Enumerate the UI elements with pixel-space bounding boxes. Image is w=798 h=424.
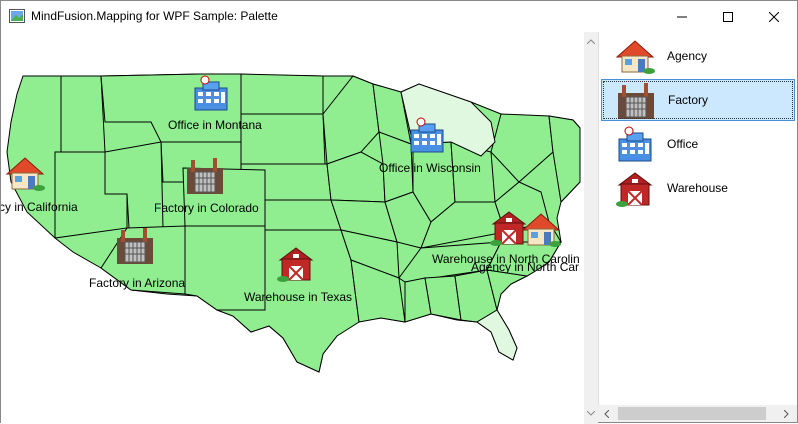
- minimize-icon: [677, 16, 687, 17]
- state-shape: [264, 199, 342, 231]
- minimize-button[interactable]: [659, 1, 705, 32]
- factory-icon: [614, 81, 658, 119]
- palette-item-label: Warehouse: [667, 181, 728, 195]
- scroll-thumb[interactable]: [618, 407, 766, 420]
- scroll-right-button[interactable]: [778, 405, 795, 422]
- state-shape: [240, 73, 324, 115]
- scroll-thumb[interactable]: [586, 50, 596, 422]
- chevron-left-icon: [604, 409, 609, 418]
- palette-item-agency[interactable]: Agency: [601, 35, 795, 77]
- chevron-up-icon: [587, 38, 595, 44]
- agency-marker-icon[interactable]: [3, 154, 47, 192]
- palette-item-office[interactable]: Office: [601, 123, 795, 165]
- state-shape: [60, 75, 106, 153]
- marker-label: Office in Wisconsin: [379, 161, 481, 175]
- palette-item-label: Agency: [667, 49, 708, 63]
- chevron-right-icon: [784, 409, 789, 418]
- marker-label: Office in Montana: [168, 118, 262, 132]
- scroll-up-button[interactable]: [584, 34, 598, 48]
- office-marker-icon[interactable]: [405, 116, 449, 154]
- app-window: MindFusion.Mapping for WPF Sample: Palet…: [0, 0, 798, 424]
- agency-marker-icon[interactable]: [519, 210, 563, 248]
- app-icon: [9, 9, 25, 23]
- close-icon: [769, 11, 779, 22]
- vertical-scrollbar[interactable]: [584, 32, 598, 424]
- factory-marker-icon[interactable]: [113, 222, 157, 268]
- horizontal-scrollbar[interactable]: [598, 405, 797, 422]
- agency-icon: [613, 37, 657, 75]
- close-button[interactable]: [751, 1, 797, 32]
- palette-list[interactable]: Agency Factory Office Warehouse: [598, 32, 797, 405]
- scroll-left-button[interactable]: [598, 405, 615, 422]
- marker-label: Warehouse in Texas: [244, 290, 353, 304]
- chevron-down-icon: [587, 410, 595, 416]
- palette-item-label: Factory: [668, 93, 709, 107]
- palette-item-label: Office: [667, 137, 699, 151]
- window-title: MindFusion.Mapping for WPF Sample: Palet…: [31, 9, 278, 23]
- palette-item-factory[interactable]: Factory: [601, 79, 795, 121]
- office-icon: [613, 125, 657, 163]
- office-marker-icon[interactable]: [189, 74, 233, 112]
- title-bar[interactable]: MindFusion.Mapping for WPF Sample: Palet…: [1, 1, 797, 32]
- marker-label: Factory in Arizona: [89, 276, 186, 290]
- palette-item-warehouse[interactable]: Warehouse: [601, 167, 795, 209]
- marker-label: cy in California: [1, 200, 78, 214]
- warehouse-icon: [613, 169, 657, 207]
- factory-marker-icon[interactable]: [183, 152, 227, 198]
- warehouse-marker-icon[interactable]: [274, 242, 318, 284]
- scroll-down-button[interactable]: [584, 406, 598, 420]
- marker-label: Agency in North Car: [471, 260, 580, 274]
- marker-label: Factory in Colorado: [154, 201, 259, 215]
- maximize-icon: [723, 11, 733, 22]
- map-view[interactable]: cy in California Office in Montana Facto…: [1, 32, 584, 424]
- maximize-button[interactable]: [705, 1, 751, 32]
